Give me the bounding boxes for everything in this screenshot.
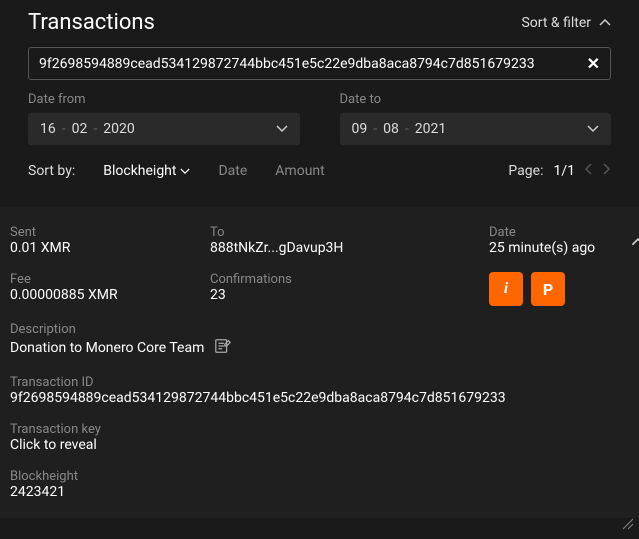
chevron-up-icon (599, 19, 611, 27)
date-from-year: 2020 (103, 121, 134, 137)
to-label: To (210, 225, 469, 240)
collapse-button[interactable] (631, 235, 639, 251)
chevron-down-icon (180, 168, 190, 175)
proof-icon: P (543, 280, 553, 299)
page-value: 1/1 (553, 163, 575, 179)
sent-label: Sent (10, 225, 190, 240)
page-next-icon[interactable] (603, 163, 611, 179)
txkey-reveal[interactable]: Click to reveal (10, 437, 639, 453)
page-title: Transactions (28, 10, 155, 35)
sort-filter-toggle[interactable]: Sort & filter (521, 15, 611, 31)
date-from-day: 16 (40, 121, 56, 137)
blockheight-label: Blockheight (10, 469, 639, 484)
sort-date[interactable]: Date (218, 163, 247, 179)
description-label: Description (10, 322, 639, 337)
search-box[interactable]: ✕ (28, 47, 611, 80)
sort-blockheight[interactable]: Blockheight (103, 163, 190, 179)
clear-search-icon[interactable]: ✕ (587, 54, 600, 73)
fee-value: 0.00000885 XMR (10, 287, 190, 303)
resize-handle-icon[interactable] (621, 517, 635, 535)
date-label: Date (489, 225, 639, 240)
info-icon: i (504, 280, 508, 298)
date-to-label: Date to (340, 92, 612, 107)
info-button[interactable]: i (489, 272, 523, 306)
proof-button[interactable]: P (531, 272, 565, 306)
fee-label: Fee (10, 272, 190, 287)
date-to-select[interactable]: 09 - 08 - 2021 (340, 113, 612, 145)
date-to-day: 09 (352, 121, 368, 137)
sort-filter-label: Sort & filter (521, 15, 591, 31)
txid-value[interactable]: 9f2698594889cead534129872744bbc451e5c22e… (10, 390, 639, 406)
chevron-down-icon (587, 125, 599, 133)
chevron-down-icon (276, 125, 288, 133)
transaction-row: Sent 0.01 XMR To 888tNkZr...gDavup3H Dat… (0, 207, 639, 518)
edit-description-icon[interactable] (214, 337, 232, 359)
date-from-label: Date from (28, 92, 300, 107)
description-value: Donation to Monero Core Team (10, 340, 204, 356)
txid-label: Transaction ID (10, 375, 639, 390)
date-value: 25 minute(s) ago (489, 240, 639, 256)
page-label: Page: (508, 163, 543, 179)
sent-value: 0.01 XMR (10, 240, 190, 256)
sort-amount[interactable]: Amount (275, 163, 324, 179)
search-input[interactable] (39, 56, 579, 72)
blockheight-value: 2423421 (10, 484, 639, 500)
to-value: 888tNkZr...gDavup3H (210, 240, 469, 256)
txkey-label: Transaction key (10, 422, 639, 437)
page-prev-icon[interactable] (585, 163, 593, 179)
confirmations-label: Confirmations (210, 272, 469, 287)
date-to-month: 08 (383, 121, 399, 137)
sort-by-label: Sort by: (28, 163, 75, 179)
date-from-month: 02 (72, 121, 88, 137)
date-from-select[interactable]: 16 - 02 - 2020 (28, 113, 300, 145)
date-to-year: 2021 (415, 121, 446, 137)
confirmations-value: 23 (210, 287, 469, 303)
